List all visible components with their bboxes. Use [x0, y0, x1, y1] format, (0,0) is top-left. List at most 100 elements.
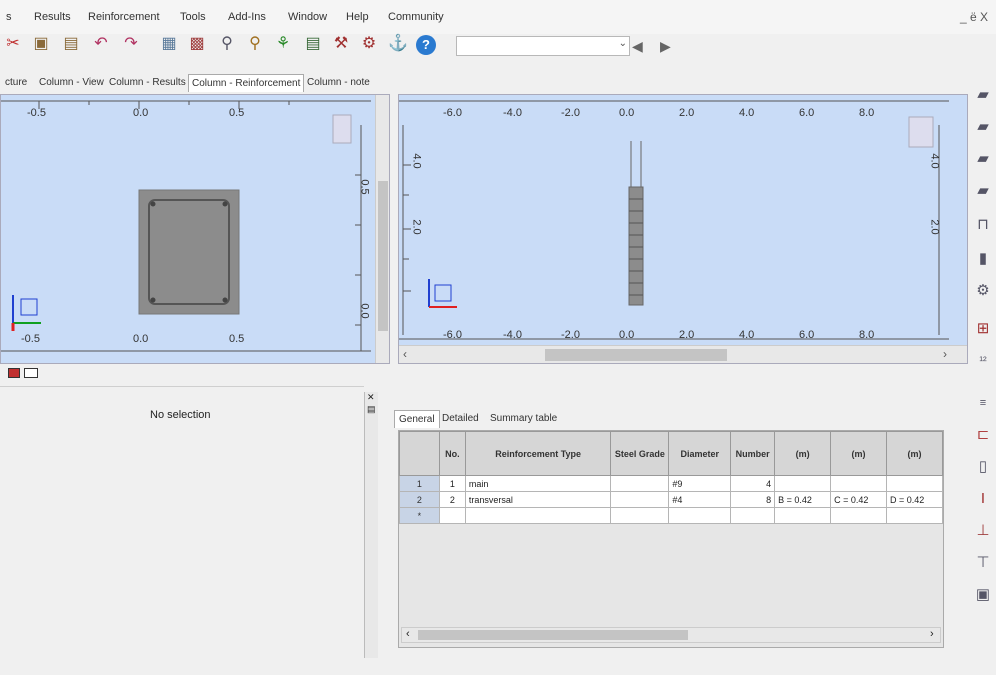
cell-no[interactable]: 2	[438, 491, 466, 508]
cell-b[interactable]	[774, 507, 832, 524]
cell-grade[interactable]	[610, 491, 670, 508]
scrollbar-thumb[interactable]	[545, 349, 727, 361]
list-icon[interactable]: ▤	[304, 35, 322, 53]
redo-icon[interactable]: ↷	[122, 35, 140, 53]
menu-tools[interactable]: Tools	[180, 11, 206, 23]
table-view-icon[interactable]	[24, 368, 38, 378]
cell-type[interactable]	[464, 507, 612, 524]
gear-icon[interactable]: ⚙	[360, 35, 378, 53]
menu-help[interactable]: Help	[346, 11, 369, 23]
close-icon[interactable]: ✕	[367, 392, 375, 403]
column-icon[interactable]: ▯	[974, 458, 992, 476]
table-icon[interactable]: ▦	[160, 35, 178, 53]
beam-icon[interactable]: ▰	[974, 86, 992, 104]
tab-summary-table[interactable]: Summary table	[486, 410, 561, 428]
command-combo[interactable]: ⌄	[456, 36, 630, 56]
row-header[interactable]: 1	[399, 475, 440, 492]
i-beam-icon[interactable]: I	[974, 490, 992, 508]
grid-horizontal-scrollbar[interactable]: ‹ ›	[401, 627, 941, 643]
cell-no[interactable]	[438, 507, 466, 524]
tab-column-view[interactable]: Column - View	[36, 74, 107, 92]
cell-d[interactable]	[886, 507, 943, 524]
menu-results[interactable]: Results	[34, 11, 71, 23]
wrench-icon[interactable]: ⚒	[332, 35, 350, 53]
copy-icon[interactable]: ▣	[32, 35, 50, 53]
beam-icon[interactable]: ▰	[974, 182, 992, 200]
panel-splitter[interactable]: ✕ ▤	[364, 392, 378, 658]
cell-grade[interactable]	[610, 475, 670, 492]
cell-number[interactable]	[730, 507, 776, 524]
chevron-down-icon[interactable]: ⌄	[619, 38, 627, 49]
calc-icon[interactable]: ▩	[188, 35, 206, 53]
settings-icon[interactable]: ≡	[974, 394, 992, 412]
chevron-right-icon[interactable]: ›	[930, 628, 934, 640]
menu-add-ins[interactable]: Add-Ins	[228, 11, 266, 23]
beam-icon[interactable]: ▰	[974, 150, 992, 168]
gear-icon[interactable]: ⚙	[974, 282, 992, 300]
chevron-right-icon[interactable]: ›	[943, 347, 947, 361]
scrollbar-thumb[interactable]	[378, 181, 388, 331]
numbering-icon[interactable]: ¹²	[974, 352, 992, 370]
cell-diameter[interactable]: #4	[668, 491, 732, 508]
menu-community[interactable]: Community	[388, 11, 444, 23]
scrollbar-thumb[interactable]	[418, 630, 688, 640]
table-row[interactable]: 2 2 transversal #4 8 B = 0.42 C = 0.42 D…	[399, 491, 943, 508]
cell-diameter[interactable]: #9	[668, 475, 732, 492]
cell-b[interactable]	[774, 475, 832, 492]
beam-icon[interactable]: ▰	[974, 118, 992, 136]
menu-item-s[interactable]: s	[6, 11, 12, 23]
column-header[interactable]: (m)	[774, 431, 832, 476]
cell-d[interactable]: D = 0.42	[886, 491, 943, 508]
table-row[interactable]: *	[399, 507, 943, 524]
column-header[interactable]: Number	[730, 431, 776, 476]
column-header[interactable]: (m)	[830, 431, 887, 476]
next-arrow-icon[interactable]: ▶	[660, 38, 671, 55]
cell-diameter[interactable]	[668, 507, 732, 524]
cell-type[interactable]: main	[464, 475, 612, 492]
tab-column-reinforcement[interactable]: Column - Reinforcement	[188, 74, 305, 92]
bracket-icon[interactable]: ⊏	[974, 426, 992, 444]
tab-detailed[interactable]: Detailed	[438, 410, 483, 428]
table-row[interactable]: 1 1 main #9 4	[399, 475, 943, 492]
zoom-icon[interactable]: ⚲	[218, 35, 236, 53]
chevron-left-icon[interactable]: ‹	[403, 347, 407, 361]
cell-type[interactable]: transversal	[464, 491, 612, 508]
column-header[interactable]: No.	[438, 431, 466, 476]
cell-b[interactable]: B = 0.42	[774, 491, 832, 508]
cell-number[interactable]: 4	[730, 475, 776, 492]
help-icon[interactable]: ?	[416, 35, 436, 55]
tool-icon[interactable]: ⚓	[388, 35, 408, 53]
paste-icon[interactable]: ▤	[62, 35, 80, 53]
zoom-window-icon[interactable]: ⚲	[246, 35, 264, 53]
tree-icon[interactable]: ⚘	[274, 35, 292, 53]
menu-window[interactable]: Window	[288, 11, 327, 23]
cell-d[interactable]	[886, 475, 943, 492]
footing-icon[interactable]: ⊤	[974, 554, 992, 572]
elevation-horizontal-scrollbar[interactable]: ‹ ›	[399, 345, 967, 363]
cell-no[interactable]: 1	[438, 475, 466, 492]
menu-reinforcement[interactable]: Reinforcement	[88, 11, 160, 23]
view-mode-icon[interactable]	[8, 368, 20, 378]
pin-icon[interactable]: ▤	[367, 404, 376, 415]
cell-c[interactable]: C = 0.42	[830, 491, 887, 508]
row-header[interactable]: *	[399, 507, 440, 524]
undo-icon[interactable]: ↶	[92, 35, 110, 53]
report-icon[interactable]: ▣	[974, 586, 992, 604]
previous-arrow-icon[interactable]: ◀	[632, 38, 643, 55]
frame-icon[interactable]: ⊓	[974, 216, 992, 234]
row-header[interactable]: 2	[399, 491, 440, 508]
tab-column-note[interactable]: Column - note	[304, 74, 373, 92]
cut-icon[interactable]: ✂	[4, 35, 22, 53]
tab-column-results[interactable]: Column - Results	[106, 74, 189, 92]
tab-general[interactable]: General	[394, 410, 440, 428]
column-icon[interactable]: ▮	[974, 250, 992, 268]
rebar-icon[interactable]: ⊞	[974, 320, 992, 338]
column-header[interactable]: (m)	[886, 431, 943, 476]
section-vertical-scrollbar[interactable]	[375, 95, 389, 363]
chevron-left-icon[interactable]: ‹	[406, 628, 410, 640]
window-controls[interactable]: _ ё X	[960, 10, 988, 24]
tab-structure[interactable]: cture	[2, 74, 30, 92]
cell-number[interactable]: 8	[730, 491, 776, 508]
stairs-icon[interactable]: ⊥	[974, 522, 992, 540]
section-view[interactable]: -0.5 0.0 0.5 0.5 0.0 -0.5 0.0 0.5	[0, 94, 390, 364]
